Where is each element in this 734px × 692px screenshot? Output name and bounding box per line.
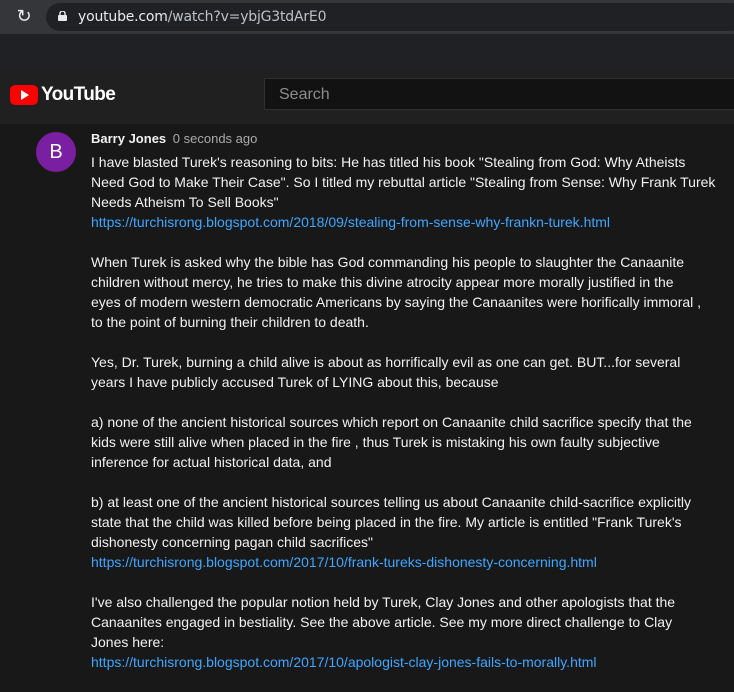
link-clay-jones[interactable]: https://turchisrong.blogspot.com/2017/10… [91,652,723,672]
youtube-logo[interactable]: YouTube [10,84,116,106]
text-line: b) at least one of the ancient historica… [91,494,691,510]
youtube-header: YouTube [0,66,734,124]
text-line: Need God to Make Their Case". So I title… [91,174,716,190]
comment: B Barry Jones 0 seconds ago I have blast… [0,124,734,680]
text-line: eyes of modern western democratic Americ… [91,294,702,310]
text-line: state that the child was killed before b… [91,514,682,530]
search-box [264,78,734,111]
comment-paragraph: When Turek is asked why the bible has Go… [91,252,723,332]
comment-text: I have blasted Turek's reasoning to bits… [91,152,723,692]
text-line: Jones here: [91,634,165,650]
url-path: /watch?v=ybjG3tdArE0 [167,9,327,25]
text-line: I have blasted Turek's reasoning to bits… [91,154,686,170]
comment-paragraph: b) at least one of the ancient historica… [91,492,723,572]
link-turek-dishonesty[interactable]: https://turchisrong.blogspot.com/2017/10… [91,552,723,572]
text-line: kids were still alive when placed in the… [91,434,660,450]
comment-header: Barry Jones 0 seconds ago [91,131,257,146]
browser-toolbar: ↻ youtube.com/watch?v=ybjG3tdArE0 [0,0,734,34]
text-line: children without mercy, he tries to make… [91,274,674,290]
browser-strip [0,34,734,66]
link-stealing-from-sense[interactable]: https://turchisrong.blogspot.com/2018/09… [91,212,723,232]
lock-icon [58,11,67,21]
address-bar[interactable]: youtube.com/watch?v=ybjG3tdArE0 [46,3,734,31]
comment-paragraph: I have blasted Turek's reasoning to bits… [91,152,723,232]
text-line: to the point of burning their children t… [91,314,369,330]
logo-text: YouTube [41,84,116,105]
text-line: dishonesty concerning pagan child sacrif… [91,534,374,550]
reload-icon[interactable]: ↻ [14,7,34,27]
text-line: years I have publicly accused Turek of L… [91,374,499,390]
youtube-play-icon [10,85,38,105]
comment-paragraph: Yes, Dr. Turek, burning a child alive is… [91,352,723,392]
url-host: youtube.com [78,9,168,25]
search-input[interactable] [277,79,721,111]
text-line: a) none of the ancient historical source… [91,414,692,430]
comment-timestamp[interactable]: 0 seconds ago [173,131,258,146]
text-line: When Turek is asked why the bible has Go… [91,254,685,270]
url-text: youtube.com/watch?v=ybjG3tdArE0 [78,9,326,25]
comment-paragraph: I've also challenged the popular notion … [91,592,723,672]
text-line: inference for actual historical data, an… [91,454,332,470]
text-line: Canaanites engaged in bestiality. See th… [91,614,673,630]
text-line: Needs Atheism To Sell Books" [91,194,279,210]
comment-paragraph: a) none of the ancient historical source… [91,412,723,472]
author-name[interactable]: Barry Jones [91,131,166,146]
text-line: Yes, Dr. Turek, burning a child alive is… [91,354,681,370]
text-line: I've also challenged the popular notion … [91,594,676,610]
avatar[interactable]: B [36,132,76,172]
